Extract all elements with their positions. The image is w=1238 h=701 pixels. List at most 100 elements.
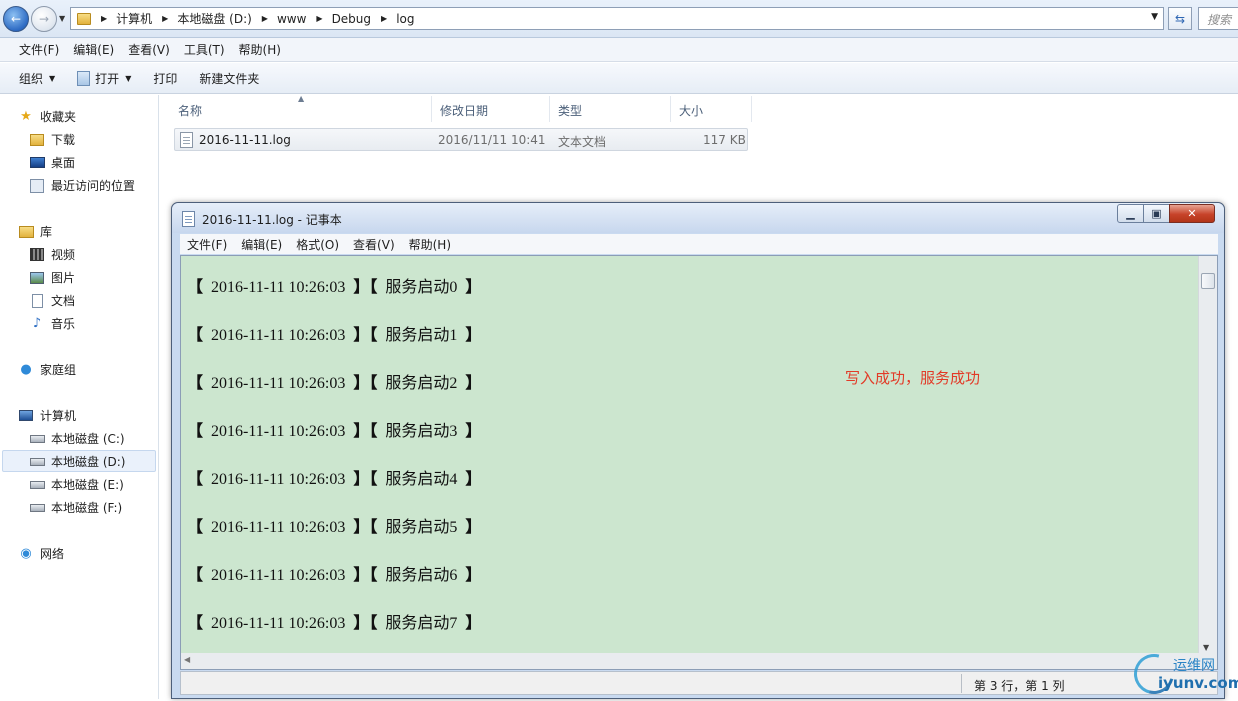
notepad-icon <box>182 211 195 227</box>
nav-desktop[interactable]: 桌面 <box>29 154 75 171</box>
organize-button[interactable]: 组织 ▼ <box>12 70 62 87</box>
breadcrumb-computer[interactable]: 计算机 <box>116 10 152 27</box>
menu-help[interactable]: 帮助(H) <box>232 41 288 58</box>
column-name[interactable]: 名称 <box>170 96 432 122</box>
file-row[interactable]: 2016-11-11.log 2016/11/11 10:41 文本文档 117… <box>174 128 748 151</box>
nav-computer[interactable]: 计算机 <box>18 407 76 424</box>
chevron-right-icon[interactable]: ▶ <box>262 14 268 23</box>
menu-tools[interactable]: 工具(T) <box>177 41 232 58</box>
computer-icon <box>18 408 34 424</box>
chevron-right-icon[interactable]: ▶ <box>101 14 107 23</box>
log-line: 【 2016-11-11 10:26:03 】【 服务启动3 】 <box>187 423 482 440</box>
maximize-button[interactable]: ▣ <box>1143 204 1170 223</box>
breadcrumb-log[interactable]: log <box>396 12 414 26</box>
nav-recent-places[interactable]: 最近访问的位置 <box>29 177 135 194</box>
chevron-right-icon[interactable]: ▶ <box>316 14 322 23</box>
open-label: 打开 <box>95 71 120 86</box>
scroll-down-arrow-icon[interactable]: ▼ <box>1203 643 1209 652</box>
chevron-right-icon[interactable]: ▶ <box>381 14 387 23</box>
scroll-left-arrow-icon[interactable]: ◀ <box>184 655 190 664</box>
chevron-down-icon: ▼ <box>125 73 132 83</box>
vertical-scrollbar[interactable]: ▼ <box>1198 256 1217 654</box>
watermark-en: iyunv.com <box>1158 674 1238 692</box>
new-folder-button[interactable]: 新建文件夹 <box>192 70 266 87</box>
minimize-button[interactable]: ▁ <box>1117 204 1144 223</box>
folder-icon <box>77 12 91 25</box>
back-button[interactable]: ← <box>3 6 29 32</box>
log-line: 【 2016-11-11 10:26:03 】【 服务启动5 】 <box>187 519 482 536</box>
document-icon <box>29 293 45 309</box>
recent-pages-dropdown-icon[interactable]: ▼ <box>59 14 65 23</box>
notepad-menu-edit[interactable]: 编辑(E) <box>234 236 289 253</box>
log-line: 【 2016-11-11 10:26:03 】【 服务启动2 】 <box>187 375 482 392</box>
file-name: 2016-11-11.log <box>199 133 291 147</box>
breadcrumb-debug[interactable]: Debug <box>332 12 371 26</box>
text-editor[interactable]: 【 2016-11-11 10:26:03 】【 服务启动0 】 【 2016-… <box>180 255 1218 655</box>
nav-pictures[interactable]: 图片 <box>29 269 75 286</box>
forward-button[interactable]: → <box>31 6 57 32</box>
navigation-pane: ★ 收藏夹 下载 桌面 最近访问的位置 库 视频 图片 文档 ♪ 音乐 ● 家庭… <box>0 95 159 699</box>
file-modified: 2016/11/11 10:41 <box>438 133 546 147</box>
file-size: 117 KB <box>703 133 746 147</box>
music-note-icon: ♪ <box>32 316 42 331</box>
downloads-folder-icon <box>29 132 45 148</box>
back-arrow-icon: ← <box>10 12 22 26</box>
column-modified[interactable]: 修改日期 <box>432 96 550 122</box>
search-input[interactable]: 搜索 <box>1198 7 1238 30</box>
file-list-header: ▲ 名称 修改日期 类型 大小 <box>170 94 752 122</box>
column-size[interactable]: 大小 <box>671 96 752 122</box>
chevron-right-icon[interactable]: ▶ <box>162 14 168 23</box>
nav-documents[interactable]: 文档 <box>29 292 75 309</box>
cursor-position: 第 3 行，第 1 列 <box>974 679 1065 693</box>
nav-videos[interactable]: 视频 <box>29 246 75 263</box>
forward-arrow-icon: → <box>38 12 50 26</box>
refresh-button[interactable]: ⇆ <box>1168 7 1192 30</box>
notepad-menu-help[interactable]: 帮助(H) <box>402 236 458 253</box>
column-type[interactable]: 类型 <box>550 96 671 122</box>
nav-downloads[interactable]: 下载 <box>29 131 75 148</box>
nav-drive-c[interactable]: 本地磁盘 (C:) <box>29 430 125 447</box>
success-annotation: 写入成功，服务成功 <box>845 369 981 387</box>
nav-music[interactable]: ♪ 音乐 <box>29 315 75 332</box>
site-watermark: 运维网 iyunv.com <box>1126 646 1238 701</box>
close-button[interactable]: ✕ <box>1169 204 1215 223</box>
nav-homegroup[interactable]: ● 家庭组 <box>18 361 76 378</box>
nav-drive-f[interactable]: 本地磁盘 (F:) <box>29 499 122 516</box>
nav-drive-d[interactable]: 本地磁盘 (D:) <box>29 453 125 470</box>
log-line: 【 2016-11-11 10:26:03 】【 服务启动6 】 <box>187 567 482 584</box>
open-button[interactable]: 打开 ▼ <box>70 70 138 87</box>
notepad-menu-view[interactable]: 查看(V) <box>346 236 402 253</box>
breadcrumb-drive-d[interactable]: 本地磁盘 (D:) <box>177 10 251 27</box>
breadcrumb-www[interactable]: www <box>277 12 306 26</box>
nav-favorites[interactable]: ★ 收藏夹 <box>18 108 76 125</box>
menu-file[interactable]: 文件(F) <box>12 41 66 58</box>
window-title: 2016-11-11.log - 记事本 <box>202 213 342 227</box>
address-box[interactable]: ▶ 计算机 ▶ 本地磁盘 (D:) ▶ www ▶ Debug ▶ log ▼ <box>70 7 1164 30</box>
menu-view[interactable]: 查看(V) <box>121 41 177 58</box>
log-line: 【 2016-11-11 10:26:03 】【 服务启动7 】 <box>187 615 482 632</box>
horizontal-scrollbar[interactable]: ◀ <box>180 653 1218 670</box>
drive-icon <box>29 477 45 493</box>
recent-places-icon <box>29 178 45 194</box>
status-divider <box>961 674 962 693</box>
notepad-menu-format[interactable]: 格式(O) <box>289 236 346 253</box>
close-icon: ✕ <box>1187 207 1197 220</box>
refresh-icon: ⇆ <box>1174 11 1186 26</box>
organize-label: 组织 <box>19 71 44 86</box>
explorer-menubar: 文件(F) 编辑(E) 查看(V) 工具(T) 帮助(H) <box>0 38 1238 62</box>
nav-libraries[interactable]: 库 <box>18 223 52 240</box>
video-icon <box>29 247 45 263</box>
address-history-dropdown-icon[interactable]: ▼ <box>1151 12 1158 22</box>
nav-drive-e[interactable]: 本地磁盘 (E:) <box>29 476 124 493</box>
notepad-titlebar[interactable]: 2016-11-11.log - 记事本 ▁ ▣ ✕ <box>172 203 1224 233</box>
scroll-thumb[interactable] <box>1201 273 1215 289</box>
text-file-icon <box>180 132 193 148</box>
nav-network[interactable]: ◉ 网络 <box>18 545 64 562</box>
drive-icon <box>29 454 45 470</box>
log-line: 【 2016-11-11 10:26:03 】【 服务启动4 】 <box>187 471 482 488</box>
status-bar: 第 3 行，第 1 列 <box>180 671 1218 695</box>
drive-icon <box>29 500 45 516</box>
menu-edit[interactable]: 编辑(E) <box>66 41 121 58</box>
notepad-menu-file[interactable]: 文件(F) <box>180 236 234 253</box>
print-button[interactable]: 打印 <box>146 70 184 87</box>
